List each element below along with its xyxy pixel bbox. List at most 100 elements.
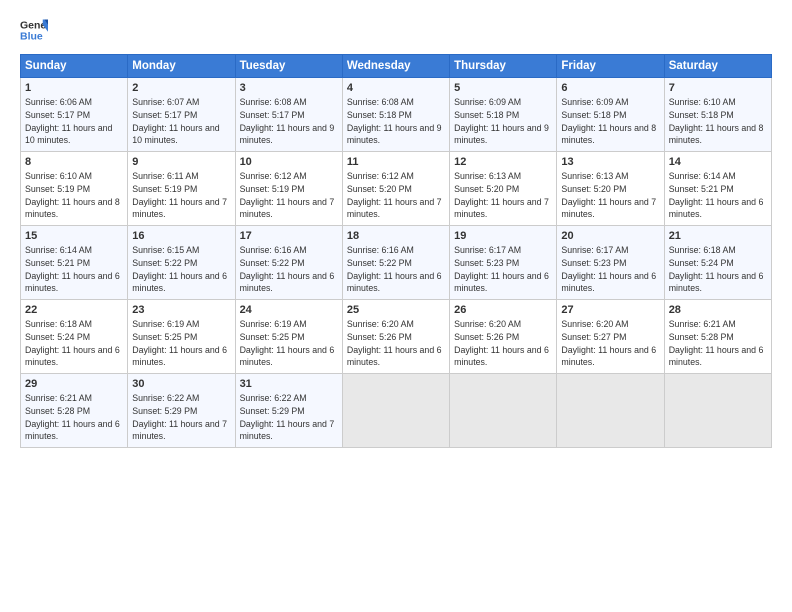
day-info: Sunrise: 6:19 AMSunset: 5:25 PMDaylight:…: [132, 318, 230, 369]
calendar-week-row: 29 Sunrise: 6:21 AMSunset: 5:28 PMDayligh…: [21, 374, 772, 448]
day-info: Sunrise: 6:20 AMSunset: 5:26 PMDaylight:…: [347, 318, 445, 369]
day-info: Sunrise: 6:13 AMSunset: 5:20 PMDaylight:…: [454, 170, 552, 221]
calendar-cell: 20 Sunrise: 6:17 AMSunset: 5:23 PMDayligh…: [557, 226, 664, 300]
calendar-cell: 3 Sunrise: 6:08 AMSunset: 5:17 PMDaylight…: [235, 78, 342, 152]
calendar-week-row: 8 Sunrise: 6:10 AMSunset: 5:19 PMDaylight…: [21, 152, 772, 226]
weekday-header: Friday: [557, 55, 664, 78]
calendar-cell: 8 Sunrise: 6:10 AMSunset: 5:19 PMDaylight…: [21, 152, 128, 226]
calendar-cell: [557, 374, 664, 448]
calendar-cell: 16 Sunrise: 6:15 AMSunset: 5:22 PMDayligh…: [128, 226, 235, 300]
day-number: 19: [454, 230, 552, 242]
day-number: 17: [240, 230, 338, 242]
day-number: 29: [25, 378, 123, 390]
calendar-cell: 27 Sunrise: 6:20 AMSunset: 5:27 PMDayligh…: [557, 300, 664, 374]
day-info: Sunrise: 6:16 AMSunset: 5:22 PMDaylight:…: [240, 244, 338, 295]
calendar-cell: 7 Sunrise: 6:10 AMSunset: 5:18 PMDaylight…: [664, 78, 771, 152]
logo: General Blue: [20, 16, 48, 44]
day-info: Sunrise: 6:22 AMSunset: 5:29 PMDaylight:…: [240, 392, 338, 443]
day-number: 2: [132, 82, 230, 94]
day-info: Sunrise: 6:22 AMSunset: 5:29 PMDaylight:…: [132, 392, 230, 443]
calendar-cell: 6 Sunrise: 6:09 AMSunset: 5:18 PMDaylight…: [557, 78, 664, 152]
day-info: Sunrise: 6:19 AMSunset: 5:25 PMDaylight:…: [240, 318, 338, 369]
day-number: 6: [561, 82, 659, 94]
weekday-header: Saturday: [664, 55, 771, 78]
day-number: 30: [132, 378, 230, 390]
day-info: Sunrise: 6:14 AMSunset: 5:21 PMDaylight:…: [25, 244, 123, 295]
day-number: 21: [669, 230, 767, 242]
day-number: 7: [669, 82, 767, 94]
day-number: 25: [347, 304, 445, 316]
calendar-header: SundayMondayTuesdayWednesdayThursdayFrid…: [21, 55, 772, 78]
day-number: 20: [561, 230, 659, 242]
calendar-cell: 12Sunrise: 6:13 AMSunset: 5:20 PMDayligh…: [450, 152, 557, 226]
day-number: 8: [25, 156, 123, 168]
day-number: 14: [669, 156, 767, 168]
day-number: 1: [25, 82, 123, 94]
calendar-cell: 5 Sunrise: 6:09 AMSunset: 5:18 PMDaylight…: [450, 78, 557, 152]
weekday-header: Sunday: [21, 55, 128, 78]
day-info: Sunrise: 6:20 AMSunset: 5:27 PMDaylight:…: [561, 318, 659, 369]
day-number: 3: [240, 82, 338, 94]
day-info: Sunrise: 6:21 AMSunset: 5:28 PMDaylight:…: [25, 392, 123, 443]
weekday-header: Thursday: [450, 55, 557, 78]
svg-text:Blue: Blue: [20, 31, 43, 43]
day-number: 15: [25, 230, 123, 242]
calendar-cell: 24 Sunrise: 6:19 AMSunset: 5:25 PMDayligh…: [235, 300, 342, 374]
day-number: 11: [347, 156, 445, 168]
day-number: 24: [240, 304, 338, 316]
day-info: Sunrise: 6:15 AMSunset: 5:22 PMDaylight:…: [132, 244, 230, 295]
weekday-header: Wednesday: [342, 55, 449, 78]
day-info: Sunrise: 6:09 AMSunset: 5:18 PMDaylight:…: [561, 96, 659, 147]
calendar-cell: 31 Sunrise: 6:22 AMSunset: 5:29 PMDayligh…: [235, 374, 342, 448]
day-number: 27: [561, 304, 659, 316]
weekday-header: Monday: [128, 55, 235, 78]
weekday-header: Tuesday: [235, 55, 342, 78]
day-info: Sunrise: 6:12 AMSunset: 5:19 PMDaylight:…: [240, 170, 338, 221]
day-info: Sunrise: 6:10 AMSunset: 5:18 PMDaylight:…: [669, 96, 767, 147]
calendar-body: 1 Sunrise: 6:06 AMSunset: 5:17 PMDaylight…: [21, 78, 772, 448]
calendar-cell: 23 Sunrise: 6:19 AMSunset: 5:25 PMDayligh…: [128, 300, 235, 374]
calendar-cell: 19Sunrise: 6:17 AMSunset: 5:23 PMDayligh…: [450, 226, 557, 300]
day-info: Sunrise: 6:10 AMSunset: 5:19 PMDaylight:…: [25, 170, 123, 221]
calendar-cell: [664, 374, 771, 448]
calendar-cell: 17 Sunrise: 6:16 AMSunset: 5:22 PMDayligh…: [235, 226, 342, 300]
day-number: 23: [132, 304, 230, 316]
calendar-cell: 30 Sunrise: 6:22 AMSunset: 5:29 PMDayligh…: [128, 374, 235, 448]
day-info: Sunrise: 6:18 AMSunset: 5:24 PMDaylight:…: [669, 244, 767, 295]
day-info: Sunrise: 6:11 AMSunset: 5:19 PMDaylight:…: [132, 170, 230, 221]
calendar-week-row: 15 Sunrise: 6:14 AMSunset: 5:21 PMDayligh…: [21, 226, 772, 300]
day-number: 5: [454, 82, 552, 94]
calendar-week-row: 22Sunrise: 6:18 AMSunset: 5:24 PMDayligh…: [21, 300, 772, 374]
day-info: Sunrise: 6:20 AMSunset: 5:26 PMDaylight:…: [454, 318, 552, 369]
calendar-cell: 25 Sunrise: 6:20 AMSunset: 5:26 PMDayligh…: [342, 300, 449, 374]
day-number: 10: [240, 156, 338, 168]
day-number: 9: [132, 156, 230, 168]
day-info: Sunrise: 6:13 AMSunset: 5:20 PMDaylight:…: [561, 170, 659, 221]
day-number: 4: [347, 82, 445, 94]
day-number: 28: [669, 304, 767, 316]
calendar-cell: 14 Sunrise: 6:14 AMSunset: 5:21 PMDayligh…: [664, 152, 771, 226]
calendar-cell: 22Sunrise: 6:18 AMSunset: 5:24 PMDayligh…: [21, 300, 128, 374]
day-info: Sunrise: 6:09 AMSunset: 5:18 PMDaylight:…: [454, 96, 552, 147]
calendar-cell: 4Sunrise: 6:08 AMSunset: 5:18 PMDaylight…: [342, 78, 449, 152]
day-number: 31: [240, 378, 338, 390]
logo-icon: General Blue: [20, 16, 48, 44]
page: General Blue SundayMondayTuesdayWednesda…: [0, 0, 792, 612]
day-number: 16: [132, 230, 230, 242]
calendar-cell: 26 Sunrise: 6:20 AMSunset: 5:26 PMDayligh…: [450, 300, 557, 374]
day-info: Sunrise: 6:16 AMSunset: 5:22 PMDaylight:…: [347, 244, 445, 295]
calendar-cell: 15 Sunrise: 6:14 AMSunset: 5:21 PMDayligh…: [21, 226, 128, 300]
day-info: Sunrise: 6:06 AMSunset: 5:17 PMDaylight:…: [25, 96, 123, 147]
day-number: 26: [454, 304, 552, 316]
day-number: 18: [347, 230, 445, 242]
day-info: Sunrise: 6:14 AMSunset: 5:21 PMDaylight:…: [669, 170, 767, 221]
day-info: Sunrise: 6:18 AMSunset: 5:24 PMDaylight:…: [25, 318, 123, 369]
day-info: Sunrise: 6:08 AMSunset: 5:17 PMDaylight:…: [240, 96, 338, 147]
day-info: Sunrise: 6:17 AMSunset: 5:23 PMDaylight:…: [561, 244, 659, 295]
calendar-cell: 28Sunrise: 6:21 AMSunset: 5:28 PMDayligh…: [664, 300, 771, 374]
day-number: 13: [561, 156, 659, 168]
calendar-cell: [342, 374, 449, 448]
day-info: Sunrise: 6:12 AMSunset: 5:20 PMDaylight:…: [347, 170, 445, 221]
calendar-cell: 21 Sunrise: 6:18 AMSunset: 5:24 PMDayligh…: [664, 226, 771, 300]
calendar-table: SundayMondayTuesdayWednesdayThursdayFrid…: [20, 54, 772, 448]
